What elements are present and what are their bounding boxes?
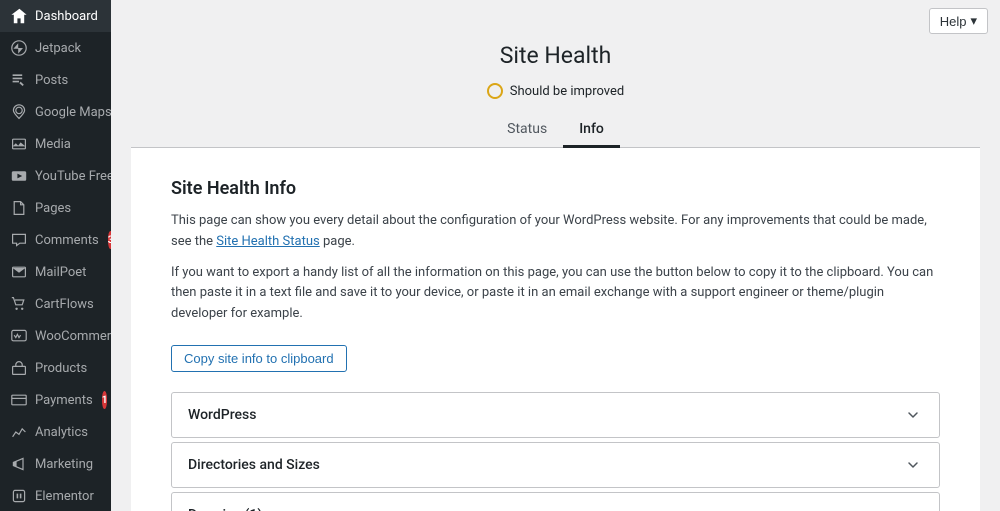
cartflows-icon [10,295,28,313]
chevron-down-icon [903,455,923,475]
dashboard-icon [10,7,28,25]
sidebar-item-label: Dashboard [35,9,98,24]
help-chevron-icon: ▾ [970,13,977,29]
sidebar-item-woocommerce[interactable]: WooCommerce [0,320,111,352]
topbar: Help ▾ [111,0,1000,42]
sidebar-badge: 1 [102,391,108,409]
sidebar-item-label: Elementor [35,489,94,504]
chevron-down-icon [903,405,923,425]
products-icon [10,359,28,377]
sidebar-item-analytics[interactable]: Analytics [0,416,111,448]
sidebar-item-label: Media [35,137,71,152]
accordion-item-dropins: Drop-ins (1) [171,492,940,511]
status-label: Should be improved [510,84,625,99]
sidebar-item-youtube-free[interactable]: YouTube Free [0,160,111,192]
sidebar-item-payments[interactable]: Payments 1 [0,384,111,416]
sidebar: Dashboard Jetpack Posts Google Maps Media You… [0,0,111,511]
sidebar-item-comments[interactable]: Comments3 [0,224,111,256]
youtube-icon [10,167,28,185]
sidebar-item-cartflows[interactable]: CartFlows [0,288,111,320]
jetpack-icon [10,39,28,57]
sidebar-item-label: MailPoet [35,265,86,280]
map-icon [10,103,28,121]
sidebar-item-pages[interactable]: Pages [0,192,111,224]
payments-icon [10,391,28,409]
sidebar-item-label: Google Maps [35,105,111,120]
info-section: Site Health Info This page can show you … [131,148,980,511]
tab-status[interactable]: Status [491,113,563,148]
sidebar-item-label: Comments [35,233,99,248]
accordion-item-directories: Directories and Sizes [171,442,940,488]
mailpoet-icon [10,263,28,281]
sidebar-item-label: Payments [35,393,93,408]
copy-site-info-button[interactable]: Copy site info to clipboard [171,345,347,372]
main-content: Help ▾ Site Health Should be improved St… [111,0,1000,511]
help-label: Help [940,14,967,29]
site-health-status-link[interactable]: Site Health Status [216,234,319,249]
info-desc-2: If you want to export a handy list of al… [171,263,940,325]
posts-icon [10,71,28,89]
sidebar-item-label: Analytics [35,425,88,440]
marketing-icon [10,455,28,473]
accordion-label: Drop-ins (1) [188,507,262,511]
sidebar-item-jetpack[interactable]: Jetpack [0,32,111,64]
sidebar-item-label: Pages [35,201,71,216]
status-indicator: Should be improved [131,83,980,99]
accordion-item-wordpress: WordPress [171,392,940,438]
accordion-container: WordPress Directories and Sizes Drop-ins (… [171,392,940,511]
pages-icon [10,199,28,217]
sidebar-item-label: YouTube Free [35,169,111,184]
woo-icon [10,327,28,345]
accordion-header-dropins[interactable]: Drop-ins (1) [172,493,939,511]
comments-icon [10,231,28,249]
sidebar-item-label: Posts [35,73,68,88]
info-desc-1: This page can show you every detail abou… [171,211,940,253]
chevron-down-icon [903,505,923,511]
sidebar-item-media[interactable]: Media [0,128,111,160]
info-title: Site Health Info [171,178,940,199]
sidebar-item-marketing[interactable]: Marketing [0,448,111,480]
sidebar-item-mailpoet[interactable]: MailPoet [0,256,111,288]
sidebar-item-dashboard[interactable]: Dashboard [0,0,111,32]
sidebar-item-label: Jetpack [35,41,81,56]
tabs-container: StatusInfo [131,113,980,148]
analytics-icon [10,423,28,441]
accordion-header-directories[interactable]: Directories and Sizes [172,443,939,487]
elementor-icon [10,487,28,505]
accordion-label: WordPress [188,407,256,423]
sidebar-item-posts[interactable]: Posts [0,64,111,96]
sidebar-item-label: Products [35,361,87,376]
sidebar-item-label: WooCommerce [35,329,111,344]
sidebar-item-label: CartFlows [35,297,94,312]
media-icon [10,135,28,153]
sidebar-item-google-maps[interactable]: Google Maps [0,96,111,128]
sidebar-item-label: Marketing [35,457,93,472]
sidebar-item-products[interactable]: Products [0,352,111,384]
help-button[interactable]: Help ▾ [929,8,988,34]
page-title: Site Health [131,42,980,69]
accordion-header-wordpress[interactable]: WordPress [172,393,939,437]
tab-info[interactable]: Info [563,113,620,148]
accordion-label: Directories and Sizes [188,457,320,473]
sidebar-item-elementor[interactable]: Elementor [0,480,111,511]
status-circle-icon [487,83,503,99]
